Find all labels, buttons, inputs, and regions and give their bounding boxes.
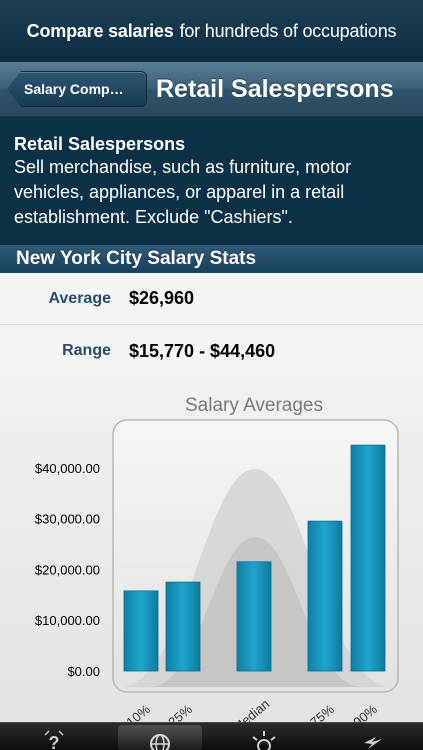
occupation-description: Sell merchandise, such as furniture, mot… <box>14 157 352 227</box>
globe-search-icon <box>150 734 170 750</box>
y-tick-label: $20,000.00 <box>35 562 100 577</box>
stat-row-average: Average $26,960 <box>0 273 423 325</box>
promo-banner: Compare salaries for hundreds of occupat… <box>0 0 423 62</box>
page-title: Retail Salespersons <box>156 75 394 103</box>
bar-75pct <box>307 520 343 672</box>
navigation-bar: Salary Comp… Retail Salespersons <box>0 62 423 117</box>
occupation-title: Retail Salespersons <box>14 134 186 154</box>
x-tick-label: 90% <box>350 701 380 722</box>
tab-lightning[interactable] <box>330 723 414 750</box>
x-tick-label: 25% <box>165 701 195 722</box>
x-tick-label: Median <box>230 696 272 722</box>
y-tick-label: $0.00 <box>67 664 100 679</box>
x-tick-label: 75% <box>307 701 337 722</box>
x-tick-label: 10% <box>123 701 153 722</box>
range-value: $15,770 - $44,460 <box>129 340 276 361</box>
average-value: $26,960 <box>129 288 195 308</box>
bar-median <box>236 561 272 672</box>
salary-chart-area: Salary Averages $0.00 $10,000.00 $20,000.0… <box>0 377 423 722</box>
bar-90pct <box>350 444 386 672</box>
sun-icon <box>252 731 276 750</box>
y-tick-label: $40,000.00 <box>35 461 100 476</box>
salary-stats: Average $26,960 Range $15,770 - $44,460 <box>0 273 423 377</box>
back-button-label: Salary Comp… <box>24 81 124 97</box>
question-icon: ? <box>44 730 64 750</box>
tab-sun[interactable] <box>222 723 306 750</box>
bar-10pct <box>123 590 159 672</box>
banner-bold-text: Compare salaries <box>26 20 174 41</box>
y-tick-label: $10,000.00 <box>35 613 100 628</box>
tab-question[interactable]: ? <box>12 723 96 750</box>
chart-title: Salary Averages <box>185 395 323 416</box>
bar-25pct <box>165 581 201 672</box>
back-button[interactable]: Salary Comp… <box>7 71 147 107</box>
tab-globe-search[interactable] <box>118 725 202 750</box>
svg-text:?: ? <box>49 733 60 750</box>
average-label: Average <box>48 289 111 307</box>
stat-row-range: Range $15,770 - $44,460 <box>0 325 423 377</box>
banner-text: for hundreds of occupations <box>179 20 397 41</box>
range-label: Range <box>62 342 111 359</box>
section-header: New York City Salary Stats <box>0 245 423 273</box>
salary-averages-chart: Salary Averages $0.00 $10,000.00 $20,000.0… <box>35 395 399 722</box>
tab-bar: ? <box>0 722 423 750</box>
lightning-icon <box>364 737 382 749</box>
occupation-description-panel: Retail Salespersons Sell merchandise, su… <box>0 117 423 245</box>
y-tick-label: $30,000.00 <box>35 512 100 527</box>
